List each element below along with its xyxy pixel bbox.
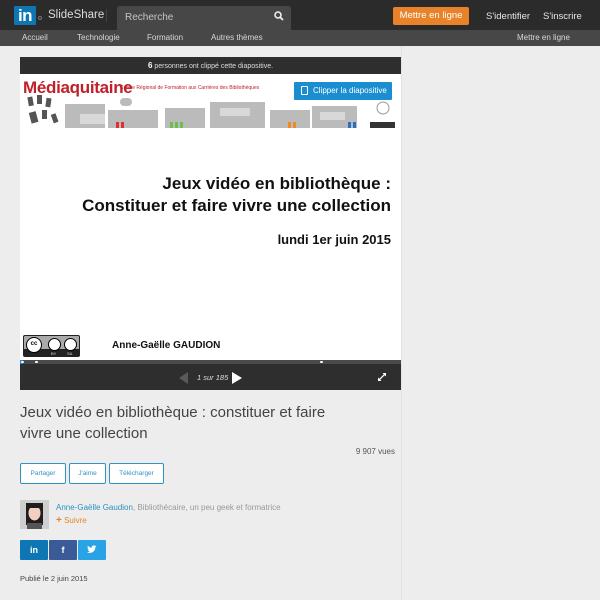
twitter-share-button[interactable] — [78, 540, 106, 560]
attribution-icon — [48, 338, 61, 351]
facebook-share-button[interactable]: f — [49, 540, 77, 560]
divider — [106, 9, 107, 22]
column-divider — [401, 46, 402, 600]
download-button[interactable]: Télécharger — [109, 463, 164, 484]
follow-label: Suivre — [64, 516, 87, 525]
author-avatar-image — [20, 500, 49, 529]
search-input[interactable] — [125, 12, 275, 23]
progress-marker — [320, 361, 323, 363]
cc-sa-label: SA — [67, 351, 73, 356]
top-header: in SlideShare Mettre en ligne S'identifi… — [0, 0, 600, 30]
like-button[interactable]: J'aime — [69, 463, 106, 484]
category-nav: Accueil Technologie Formation Autres thè… — [0, 30, 600, 46]
author-bio: , Bibliothécaire, un peu geek et formatr… — [132, 503, 281, 512]
cc-icon: cc — [26, 337, 42, 353]
document-title: Jeux vidéo en bibliothèque : constituer … — [20, 404, 326, 442]
search-icon[interactable] — [274, 11, 284, 21]
share-alike-icon — [64, 338, 77, 351]
cc-license-badge: cc BY SA — [23, 335, 80, 357]
clip-icon — [301, 86, 308, 95]
progress-marker — [21, 361, 24, 363]
follow-button[interactable]: + Suivre — [56, 515, 87, 526]
progress-marker — [35, 361, 38, 363]
nav-item-accueil[interactable]: Accueil — [22, 33, 48, 42]
next-slide-icon[interactable] — [232, 372, 242, 384]
clip-count-text: personnes ont clippé cette diapositive. — [152, 63, 274, 70]
linkedin-logo-icon[interactable]: in — [14, 6, 36, 25]
page-indicator: 1 sur 185 — [197, 373, 229, 382]
nav-upload-link[interactable]: Mettre en ligne — [517, 33, 570, 42]
author-avatar[interactable] — [20, 500, 49, 529]
signup-link[interactable]: S'inscrire — [543, 11, 582, 22]
slide-title-line2: Constituer et faire vivre une collection — [82, 196, 391, 215]
nav-item-formation[interactable]: Formation — [147, 33, 183, 42]
slide-brand-subtitle: Centre Régional de Formation aux Carrièr… — [120, 85, 260, 91]
linkedin-share-button[interactable]: in — [20, 540, 48, 560]
upload-button[interactable]: Mettre en ligne — [393, 7, 469, 25]
slide-author: Anne-Gaëlle GAUDION — [112, 340, 221, 351]
linkedin-icon: in — [30, 545, 38, 555]
share-button[interactable]: Partager — [20, 463, 66, 484]
published-date: Publié le 2 juin 2015 — [20, 574, 88, 583]
search-box — [117, 6, 291, 30]
nav-item-autres-themes[interactable]: Autres thèmes — [211, 33, 263, 42]
view-count: 9 907 vues — [355, 447, 395, 456]
clip-slide-label: Clipper la diapositive — [313, 86, 387, 95]
nav-item-technologie[interactable]: Technologie — [77, 33, 120, 42]
brand-name[interactable]: SlideShare — [48, 9, 104, 21]
player-controls: 1 sur 185 — [20, 364, 401, 390]
registered-mark-icon — [38, 16, 42, 20]
slide-title-line1: Jeux vidéo en bibliothèque : — [162, 174, 391, 193]
clip-count-bar: 6 personnes ont clippé cette diapositive… — [20, 57, 401, 74]
author-name-link[interactable]: Anne-Gaëlle Gaudion — [56, 503, 133, 512]
previous-slide-icon[interactable] — [179, 372, 188, 384]
clip-slide-button[interactable]: Clipper la diapositive — [294, 82, 392, 100]
slide-title: Jeux vidéo en bibliothèque : Constituer … — [82, 173, 391, 217]
twitter-icon — [87, 545, 97, 553]
slide-view[interactable]: Médiaquitaine Centre Régional de Formati… — [20, 74, 401, 360]
plus-icon: + — [56, 515, 62, 526]
author-info: Anne-Gaëlle Gaudion, Bibliothécaire, un … — [56, 503, 281, 512]
slide-date: lundi 1er juin 2015 — [277, 232, 391, 247]
fullscreen-icon[interactable] — [377, 372, 387, 382]
cc-by-label: BY — [51, 351, 57, 356]
facebook-icon: f — [61, 545, 65, 555]
signin-link[interactable]: S'identifier — [486, 11, 530, 22]
